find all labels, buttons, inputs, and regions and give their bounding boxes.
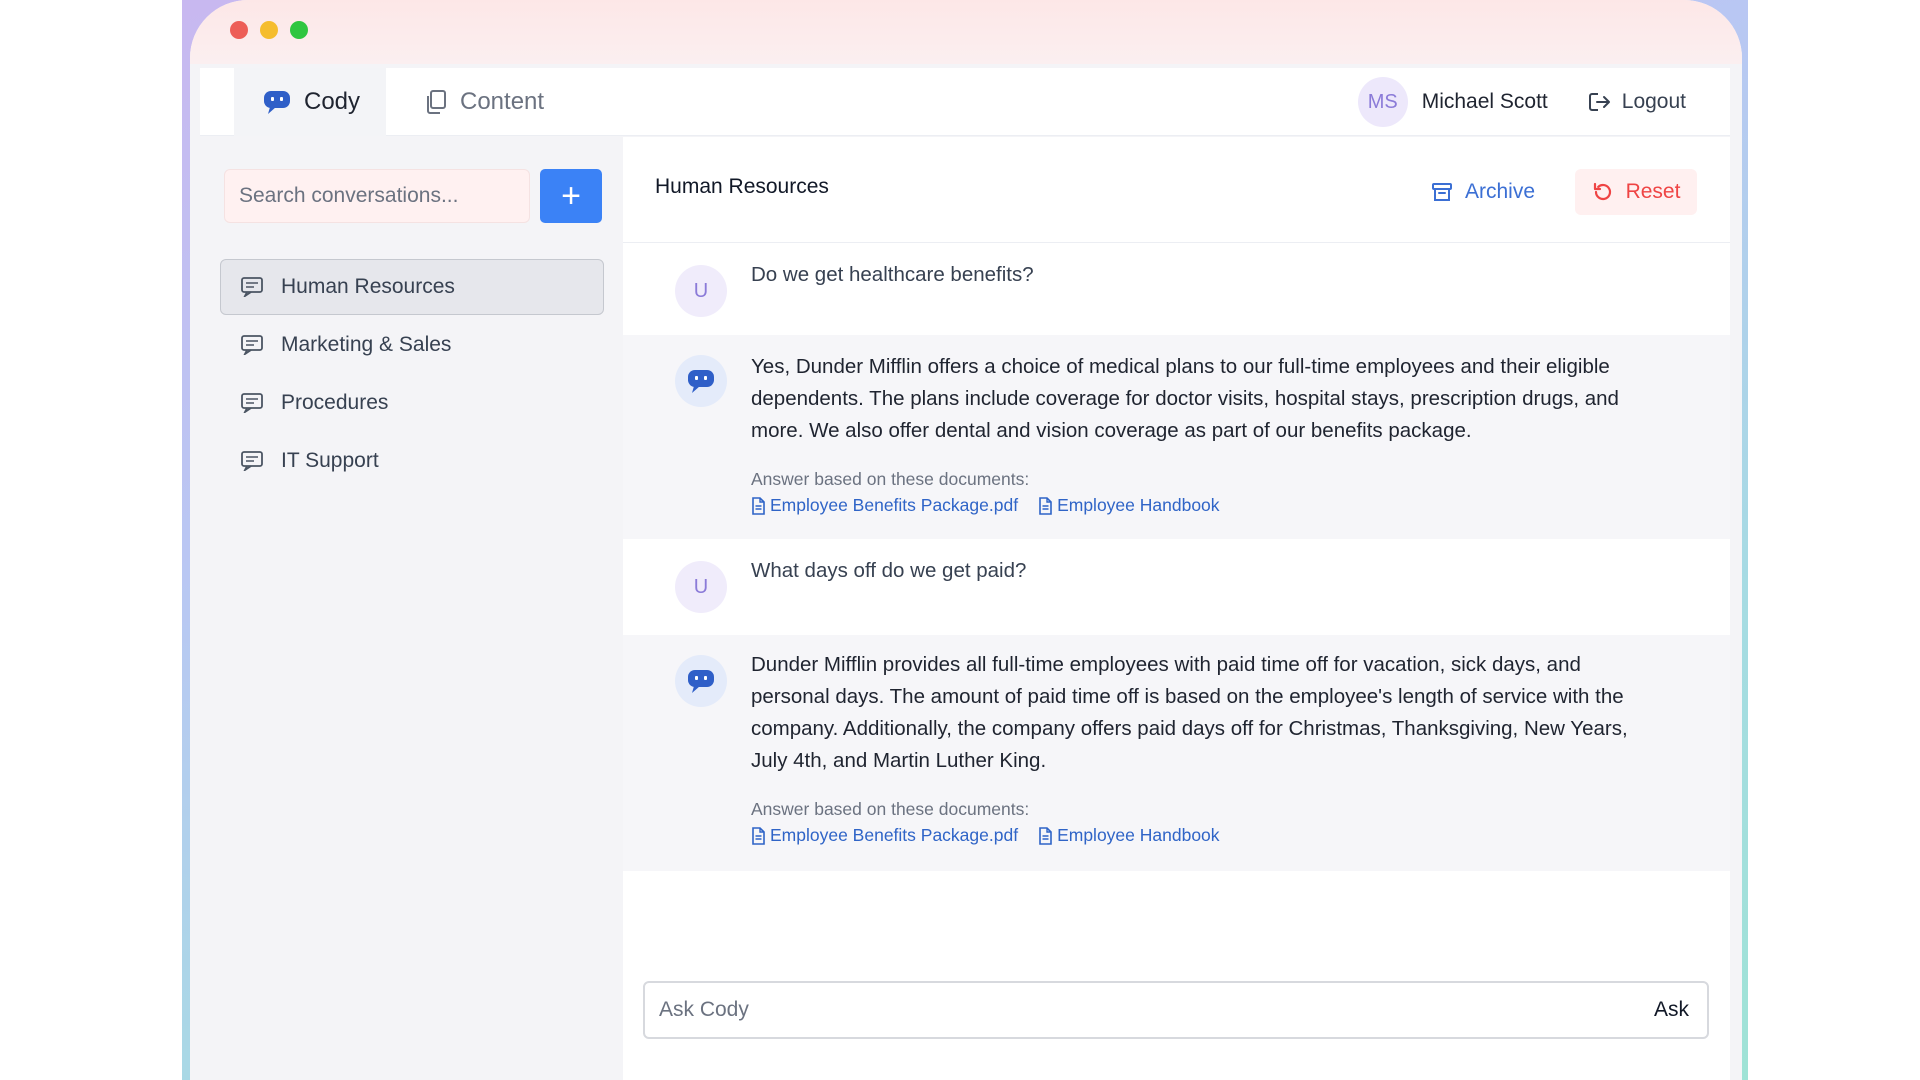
- source-document-link[interactable]: Employee Handbook: [1038, 825, 1220, 846]
- conversation-item-procedures[interactable]: Procedures: [220, 375, 604, 431]
- reset-label: Reset: [1625, 180, 1681, 203]
- conversation-label: IT Support: [281, 449, 379, 472]
- message-text: Do we get healthcare benefits?: [751, 263, 1034, 286]
- conversation-icon: [241, 335, 263, 355]
- maximize-window-button[interactable]: [290, 21, 308, 39]
- source-documents: Employee Benefits Package.pdf Employee H…: [751, 825, 1220, 846]
- conversation-list: Human Resources Marketing & Sales Proced…: [220, 259, 604, 491]
- ask-cody-input[interactable]: [659, 983, 1559, 1037]
- message-text: What days off do we get paid?: [751, 559, 1027, 582]
- source-document-name: Employee Handbook: [1057, 825, 1220, 845]
- user-area: MS Michael Scott Logout: [1357, 68, 1686, 136]
- cody-avatar-icon: [675, 355, 727, 407]
- logout-button[interactable]: Logout: [1588, 90, 1686, 114]
- conversation-label: Marketing & Sales: [281, 333, 452, 356]
- document-icon: [1038, 496, 1052, 515]
- new-conversation-button[interactable]: +: [540, 169, 602, 223]
- sidebar: + Human Resources Marketing & Sales: [200, 137, 614, 1080]
- conversation-icon: [241, 451, 263, 471]
- title-bar: [190, 0, 1742, 64]
- message-assistant: Yes, Dunder Mifflin offers a choice of m…: [623, 335, 1730, 539]
- chat-title: Human Resources: [655, 175, 829, 198]
- source-document-link[interactable]: Employee Benefits Package.pdf: [751, 495, 1018, 516]
- document-icon: [751, 496, 765, 515]
- documents-icon: [424, 89, 448, 115]
- archive-icon: [1431, 181, 1453, 203]
- close-window-button[interactable]: [230, 21, 248, 39]
- screen: Cody Content MS Michael Scott Logout Sea…: [0, 0, 1920, 1080]
- logout-icon: [1588, 91, 1612, 113]
- ask-button[interactable]: Ask: [1654, 983, 1689, 1037]
- conversation-icon: [241, 393, 263, 413]
- reset-icon: [1592, 181, 1614, 203]
- document-icon: [1038, 826, 1052, 845]
- message-text: Yes, Dunder Mifflin offers a choice of m…: [751, 355, 1619, 442]
- message-text: Dunder Mifflin provides all full-time em…: [751, 653, 1628, 772]
- source-document-name: Employee Benefits Package.pdf: [770, 825, 1019, 845]
- document-icon: [751, 826, 765, 845]
- chat-bubble-icon: [262, 89, 292, 115]
- message-composer: Ask: [643, 981, 1709, 1039]
- logout-label: Logout: [1621, 90, 1686, 113]
- user-name: Michael Scott: [1421, 90, 1548, 113]
- app-window: Cody Content MS Michael Scott Logout Sea…: [190, 0, 1742, 1080]
- sources-label: Answer based on these documents:: [751, 469, 1030, 489]
- conversation-item-human-resources[interactable]: Human Resources: [220, 259, 604, 315]
- source-documents: Employee Benefits Package.pdf Employee H…: [751, 495, 1220, 516]
- sources-label: Answer based on these documents:: [751, 799, 1030, 819]
- conversation-item-marketing-sales[interactable]: Marketing & Sales: [220, 317, 604, 373]
- reset-button[interactable]: Reset: [1575, 169, 1697, 215]
- conversation-label: Procedures: [281, 391, 389, 414]
- tab-cody-label: Cody: [304, 88, 361, 115]
- user-message-avatar: U: [675, 265, 727, 317]
- tab-cody[interactable]: Cody: [234, 68, 386, 136]
- conversation-icon: [241, 277, 263, 297]
- top-navigation: Cody Content MS Michael Scott Logout: [200, 68, 1730, 136]
- message-user: U Do we get healthcare benefits?: [623, 245, 1730, 335]
- archive-button[interactable]: Archive: [1431, 169, 1535, 215]
- source-document-link[interactable]: Employee Handbook: [1038, 495, 1220, 516]
- tab-content[interactable]: Content: [410, 68, 544, 136]
- message-assistant: Dunder Mifflin provides all full-time em…: [623, 635, 1730, 871]
- user-message-avatar: U: [675, 561, 727, 613]
- search-conversations-input[interactable]: [224, 169, 530, 223]
- conversation-item-it-support[interactable]: IT Support: [220, 433, 604, 489]
- source-document-name: Employee Benefits Package.pdf: [770, 495, 1019, 515]
- cody-avatar-icon: [675, 655, 727, 707]
- source-document-link[interactable]: Employee Benefits Package.pdf: [751, 825, 1018, 846]
- conversation-label: Human Resources: [281, 275, 455, 298]
- tab-content-label: Content: [460, 88, 545, 115]
- user-avatar[interactable]: MS: [1357, 77, 1408, 127]
- chat-panel: Human Resources Archive Reset U Do we ge…: [623, 137, 1730, 1080]
- source-document-name: Employee Handbook: [1057, 495, 1220, 515]
- minimize-window-button[interactable]: [260, 21, 278, 39]
- message-user: U What days off do we get paid?: [623, 541, 1730, 635]
- chat-header: Human Resources Archive Reset: [623, 137, 1730, 243]
- archive-label: Archive: [1465, 180, 1536, 203]
